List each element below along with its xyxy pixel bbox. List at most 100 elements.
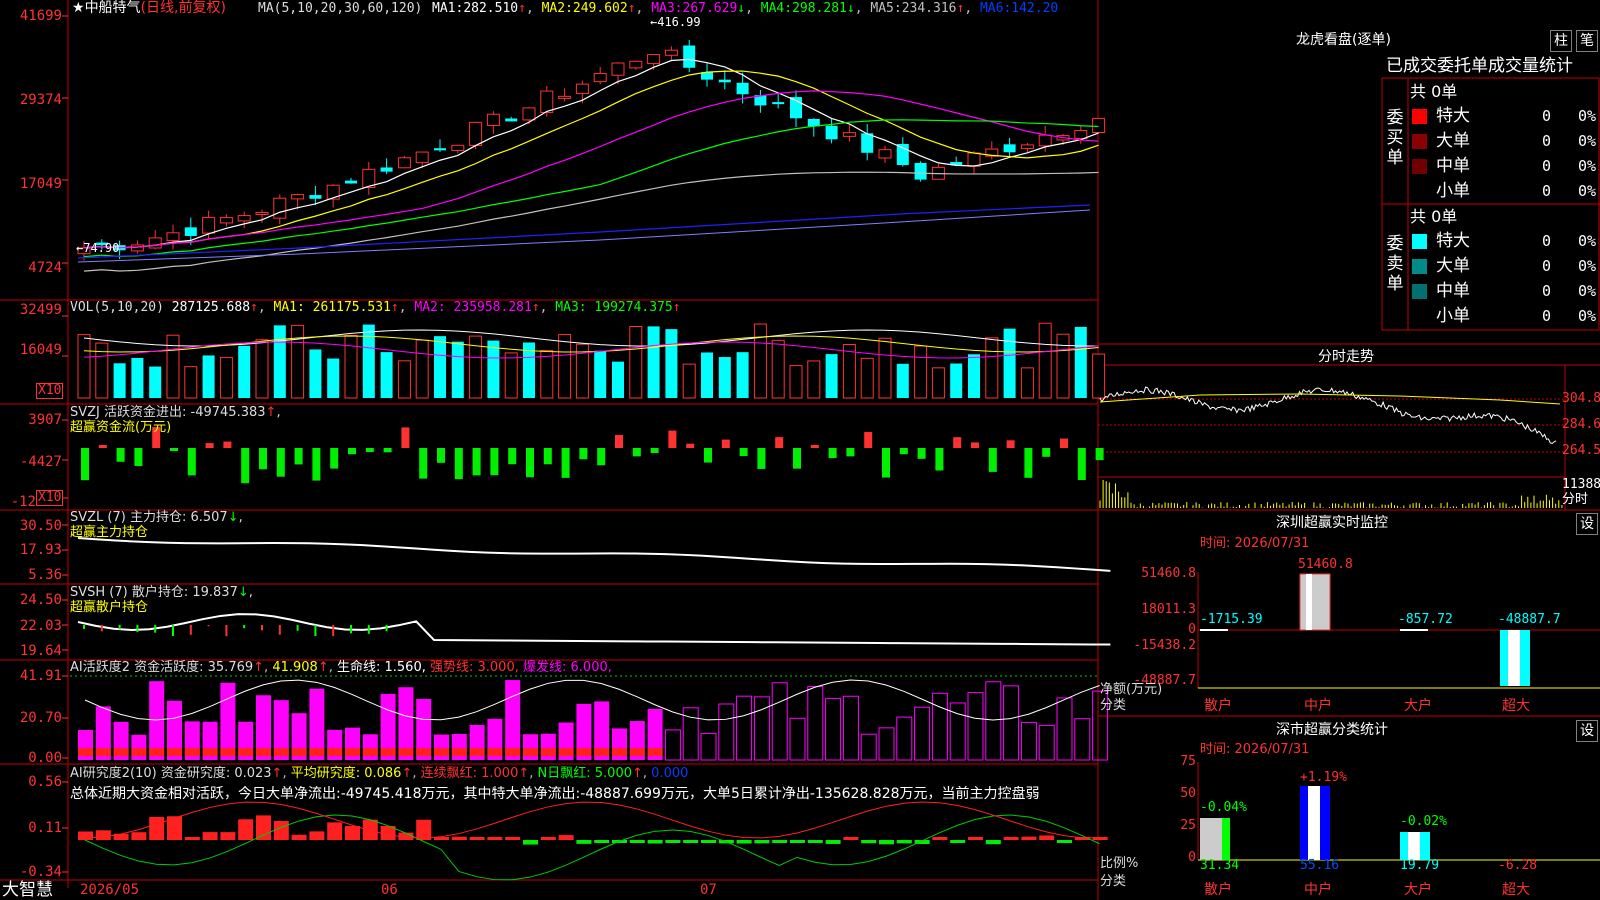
research-bar: [594, 840, 610, 843]
volume-bar: [77, 334, 91, 399]
sell-row-name: 特大: [1436, 231, 1470, 251]
activity-base: [131, 748, 147, 756]
research-bar: [149, 816, 165, 840]
axis-label: 18011.3: [1141, 602, 1196, 617]
volume-bar: [860, 357, 874, 399]
research-line: [84, 801, 1100, 839]
volume-bar: [558, 334, 572, 399]
research-bar: [78, 831, 93, 840]
candle-up: [1074, 130, 1088, 140]
axis-label: 41699: [19, 8, 62, 24]
volume-bar: [1038, 322, 1052, 399]
candle-up: [291, 194, 305, 200]
candle-up: [415, 151, 429, 164]
volume-bar: [362, 324, 375, 398]
stat-category: 超大: [1502, 882, 1530, 898]
volume-bar: [273, 325, 286, 398]
research-bar: [416, 819, 432, 840]
research-bar: [487, 837, 503, 840]
research-bar: [861, 840, 877, 844]
ma-line: [77, 204, 1091, 259]
fund-flow-bar: [259, 448, 267, 470]
candle-down: [434, 148, 446, 151]
fund-flow-bar: [917, 448, 926, 459]
buy-row-name: 中单: [1436, 156, 1470, 176]
kline-chart-canvas[interactable]: [0, 0, 1600, 900]
candle-up: [237, 215, 251, 222]
activity-bar: [451, 734, 467, 760]
fund-flow-bar: [330, 448, 339, 469]
research-bar: [273, 820, 289, 840]
fund-flow-bar: [365, 448, 374, 453]
research-bar: [184, 837, 200, 840]
candle-up: [1038, 134, 1052, 147]
ai2-summary: 总体近期大资金相对活跃，今日大单净流出:-49745.418万元，其中特大单净流…: [70, 786, 1040, 802]
date-label: 06: [381, 882, 398, 898]
fund-flow-bar: [775, 437, 784, 448]
fund-flow-bar: [579, 448, 588, 460]
activity-base: [558, 748, 574, 756]
research-bar: [220, 832, 236, 840]
stat-category-label: 分类: [1100, 874, 1127, 889]
vol-unit-badge[interactable]: X10: [36, 383, 64, 399]
activity-base: [487, 748, 503, 756]
tab-bar[interactable]: 柱: [1550, 30, 1572, 52]
activity-base: [594, 748, 610, 756]
buy-total: 共 0单: [1410, 82, 1458, 101]
candle-up: [202, 216, 216, 234]
buy-row-name: 小单: [1436, 181, 1470, 201]
activity-base: [291, 748, 307, 756]
stat-settings-button[interactable]: 设: [1576, 720, 1598, 742]
activity-base: [505, 748, 521, 756]
sell-row-pct: 0%: [1578, 257, 1597, 275]
fund-flow-bar: [561, 448, 570, 478]
fund-flow-bar: [294, 448, 303, 465]
fund-flow-bar: [1060, 438, 1068, 448]
retail-holding-line: [77, 613, 1111, 646]
chart-mode: (日线,前复权): [140, 0, 226, 16]
volume-bar: [131, 357, 144, 398]
fund-flow-bar: [401, 427, 410, 448]
activity-bar: [1020, 721, 1037, 761]
intraday-title: 分时走势: [1318, 349, 1374, 365]
axis-label: 19.64: [19, 643, 62, 659]
research-bar: [362, 819, 378, 840]
research-bar: [327, 822, 343, 840]
buy-row-pct: 0%: [1578, 157, 1597, 175]
activity-bar: [131, 734, 147, 760]
research-bar: [807, 840, 823, 843]
research-bar: [523, 840, 538, 845]
candle-up: [166, 232, 180, 242]
sell-row-name: 小单: [1436, 306, 1470, 326]
fund-flow-bar: [1042, 448, 1051, 457]
svzj-unit-badge[interactable]: X10: [36, 490, 64, 506]
tab-tick[interactable]: 笔: [1576, 30, 1598, 52]
monitor-bar-large: [1400, 629, 1428, 631]
fund-flow-bar: [170, 448, 178, 451]
sell-total: 共 0单: [1410, 207, 1458, 226]
activity-bar: [540, 733, 556, 760]
monitor-settings-button[interactable]: 设: [1576, 513, 1598, 535]
fund-flow-bar: [81, 448, 89, 481]
activity-base: [95, 748, 111, 756]
axis-label: 32499: [19, 302, 62, 318]
monitor-value: -857.72: [1398, 612, 1453, 627]
research-bar: [451, 836, 467, 840]
axis-label: 0.56: [28, 774, 62, 790]
stat-ratio: 19.79: [1400, 858, 1440, 873]
candle-down: [896, 143, 909, 166]
ma-line: [83, 70, 1099, 249]
fund-flow-bar: [935, 448, 944, 471]
fund-flow-bar: [454, 448, 463, 480]
axis-label: 3907: [28, 412, 62, 428]
activity-base: [309, 748, 325, 756]
ai1-header: AI活跃度2 资金活跃度: 35.769↑, 41.908↑, 生命线: 1.5…: [70, 660, 612, 675]
research-bar: [790, 840, 805, 843]
activity-bar: [807, 685, 824, 761]
monitor-category: 超大: [1502, 698, 1530, 714]
axis-label: -0.34: [19, 864, 62, 880]
axis-label: 5.36: [28, 567, 62, 583]
activity-bar: [1003, 685, 1020, 761]
research-bar: [629, 840, 645, 843]
candle-down: [825, 125, 838, 140]
